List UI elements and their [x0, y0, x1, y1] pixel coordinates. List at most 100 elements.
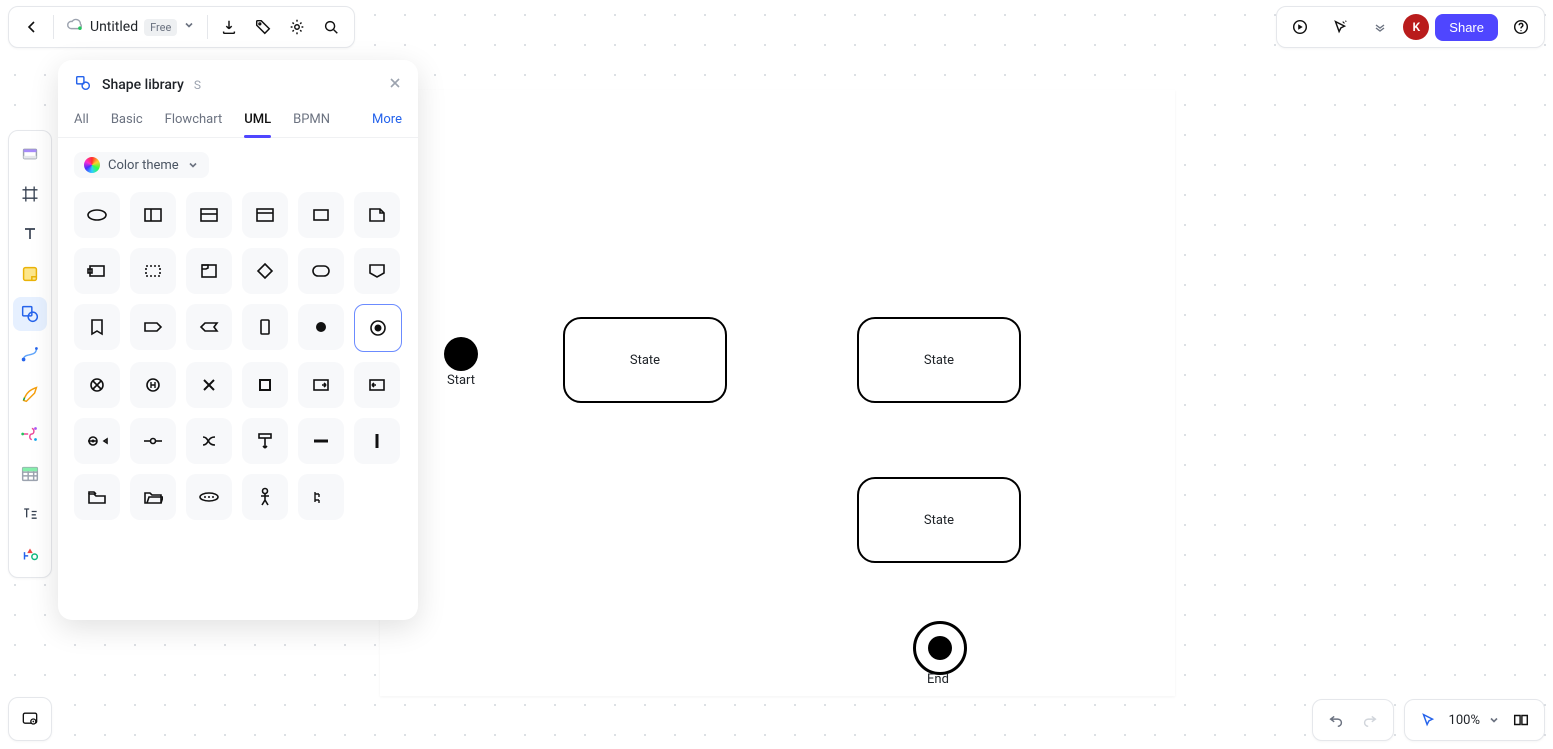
cloud-icon [66, 16, 84, 38]
help-button[interactable] [1504, 10, 1538, 44]
tab-all[interactable]: All [74, 106, 89, 137]
shape-folder[interactable] [74, 474, 120, 520]
shape-note[interactable] [354, 192, 400, 238]
plan-badge: Free [144, 19, 177, 36]
zoom-chevron-icon[interactable] [1484, 703, 1504, 737]
shape-x-mark[interactable] [186, 362, 232, 408]
shapes-icon[interactable] [13, 297, 47, 331]
sticky-note-icon[interactable] [13, 257, 47, 291]
left-toolbar [8, 130, 52, 578]
node-state-3[interactable]: State [857, 477, 1021, 563]
shape-rect[interactable] [298, 192, 344, 238]
node-state-1-label: State [630, 353, 660, 368]
tab-basic[interactable]: Basic [111, 106, 143, 137]
shape-transition-left[interactable] [354, 362, 400, 408]
color-theme-label: Color theme [108, 158, 179, 173]
shape-end-circle[interactable] [354, 304, 402, 352]
avatar[interactable]: K [1403, 14, 1429, 40]
text-icon[interactable] [13, 217, 47, 251]
shape-ellipse[interactable] [74, 192, 120, 238]
shape-dashed-rect[interactable] [130, 248, 176, 294]
shape-bar-v[interactable] [354, 418, 400, 464]
chevron-down-icon [183, 19, 195, 35]
avatar-initial: K [1412, 20, 1420, 34]
table-icon[interactable] [13, 457, 47, 491]
shape-filled-circle[interactable] [298, 304, 344, 350]
shape-device[interactable] [242, 304, 288, 350]
shape-port-rect[interactable] [74, 248, 120, 294]
pen-icon[interactable] [13, 377, 47, 411]
shape-shallow-history[interactable] [74, 418, 120, 464]
panel-tabs: All Basic Flowchart UML BPMN More [58, 106, 418, 138]
node-end[interactable] [913, 621, 967, 675]
chevron-down-icon [187, 159, 199, 171]
shape-entity[interactable] [186, 192, 232, 238]
shape-folder-open[interactable] [130, 474, 176, 520]
tab-more[interactable]: More [372, 106, 402, 137]
download-button[interactable] [212, 10, 246, 44]
shape-history[interactable] [130, 362, 176, 408]
shape-table[interactable] [242, 192, 288, 238]
shape-rounded-rect[interactable] [298, 248, 344, 294]
minimap-button[interactable] [8, 697, 52, 741]
document-title-group[interactable]: Untitled Free [58, 16, 203, 38]
cursor-share-button[interactable] [1323, 10, 1357, 44]
shape-package[interactable] [130, 192, 176, 238]
more-shapes-icon[interactable] [13, 537, 47, 571]
top-toolbar: Untitled Free [8, 6, 355, 48]
settings-button[interactable] [280, 10, 314, 44]
tag-button[interactable] [246, 10, 280, 44]
shape-library-panel: Shape library S All Basic Flowchart UML … [58, 60, 418, 620]
close-icon[interactable] [388, 76, 402, 94]
shape-junction[interactable] [186, 418, 232, 464]
chevron-down-button[interactable] [1363, 10, 1397, 44]
reading-mode-button[interactable] [1504, 703, 1538, 737]
node-end-label: End [913, 672, 963, 687]
present-button[interactable] [1283, 10, 1317, 44]
tab-flowchart[interactable]: Flowchart [165, 106, 223, 137]
node-state-3-label: State [924, 513, 954, 528]
panel-shortcut: S [194, 78, 201, 92]
cursor-mode-button[interactable] [1411, 703, 1445, 737]
tab-uml[interactable]: UML [244, 106, 271, 137]
shape-minus[interactable] [298, 418, 344, 464]
shape-diamond[interactable] [242, 248, 288, 294]
node-state-2[interactable]: State [857, 317, 1021, 403]
frame-tool-icon[interactable] [13, 177, 47, 211]
text-block-icon[interactable] [13, 497, 47, 531]
color-wheel-icon [84, 157, 100, 173]
shape-stickman[interactable] [242, 474, 288, 520]
panel-title: Shape library [102, 77, 184, 93]
connector-icon[interactable] [13, 337, 47, 371]
shape-send-signal[interactable] [354, 248, 400, 294]
shape-frame[interactable] [186, 248, 232, 294]
zoom-level[interactable]: 100% [1445, 713, 1484, 728]
color-theme-dropdown[interactable]: Color theme [74, 152, 209, 178]
node-start[interactable] [444, 337, 478, 371]
search-button[interactable] [314, 10, 348, 44]
top-right-toolbar: K Share [1276, 6, 1545, 48]
shape-hollow-dots[interactable] [186, 474, 232, 520]
shape-stop[interactable] [242, 362, 288, 408]
back-button[interactable] [15, 10, 49, 44]
tab-bpmn[interactable]: BPMN [293, 106, 330, 137]
shape-deep-history[interactable] [130, 418, 176, 464]
share-button[interactable]: Share [1435, 14, 1498, 41]
shape-arrow-right[interactable] [130, 304, 176, 350]
document-title: Untitled [90, 19, 138, 35]
node-state-1[interactable]: State [563, 317, 727, 403]
shape-crossed-circle[interactable] [74, 362, 120, 408]
bottom-right-toolbar: 100% [1312, 699, 1545, 741]
shape-arrow-left[interactable] [186, 304, 232, 350]
redo-button[interactable] [1353, 703, 1387, 737]
shape-fork-h[interactable] [242, 418, 288, 464]
shape-grid [74, 192, 402, 520]
mindmap-icon[interactable] [13, 417, 47, 451]
shape-transition-right[interactable] [298, 362, 344, 408]
undo-button[interactable] [1319, 703, 1353, 737]
shape-bookmark[interactable] [74, 304, 120, 350]
frames-icon[interactable] [13, 137, 47, 171]
node-start-label: Start [438, 373, 484, 389]
shape-list-text[interactable] [298, 474, 344, 520]
node-state-2-label: State [924, 353, 954, 368]
